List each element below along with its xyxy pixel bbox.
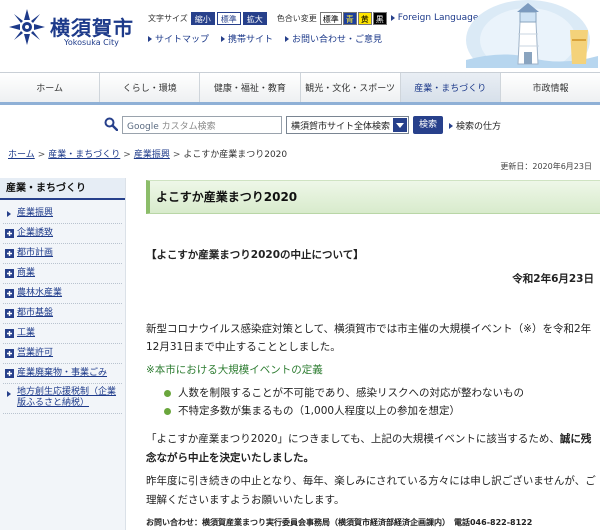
sidebar-item[interactable]: 地方創生応援税制（企業版ふるさと納税）	[3, 384, 122, 414]
breadcrumb-industry-town[interactable]: 産業・まちづくり	[48, 150, 120, 160]
logo-name: 横須賀市	[50, 16, 134, 40]
mobile-site-link[interactable]: 携帯サイト	[221, 32, 273, 45]
sidebar-item[interactable]: 農林水産業	[3, 284, 122, 304]
plus-icon	[5, 369, 14, 378]
plus-icon	[5, 269, 14, 278]
search-button[interactable]: 検索	[413, 116, 443, 134]
plus-icon	[5, 309, 14, 318]
article-paragraph-2: 「よこすか産業まつり2020」につきましても、上記の大規模イベントに該当するため…	[146, 433, 592, 464]
breadcrumb-home[interactable]: ホーム	[8, 150, 35, 160]
font-size-larger-button[interactable]: 拡大	[242, 11, 267, 25]
search-placeholder-text: カスタム検索	[161, 122, 216, 132]
article-date: 令和2年6月23日	[512, 273, 594, 285]
arrow-right-icon	[148, 35, 152, 42]
article-note: ※本市における大規模イベントの定義	[146, 364, 323, 376]
plus-icon	[5, 229, 14, 238]
arrow-right-icon	[449, 122, 453, 129]
search-howto-link[interactable]: 検索の仕方	[449, 119, 501, 132]
list-item: 不特定多数が集まるもの（1,000人程度以上の参加を想定）	[164, 402, 524, 420]
sidebar-item-label: 都市計画	[17, 248, 54, 258]
bullet-icon	[164, 390, 171, 397]
search-input[interactable]: Google カスタム検索	[122, 116, 282, 134]
nav-industry-town[interactable]: 産業・まちづくり	[400, 73, 501, 102]
breadcrumb-current: よこすか産業まつり2020	[183, 150, 288, 160]
search-scope-select[interactable]: 横須賀市サイト全体検索	[286, 116, 409, 134]
sidebar-item-label: 地方創生応援税制（企業版ふるさと納税）	[17, 387, 117, 408]
sidebar-item-label: 商業	[17, 268, 36, 278]
color-blue-button[interactable]: 青	[342, 11, 357, 25]
global-navigation: ホーム くらし・環境 健康・福祉・教育 観光・文化・スポーツ 産業・まちづくり …	[0, 72, 600, 105]
arrow-right-icon	[7, 391, 11, 397]
definition-list: 人数を制限することが不可能であり、感染リスクへの対応が整わないもの 不特定多数が…	[164, 384, 524, 420]
sidebar-item-label: 都市基盤	[17, 308, 54, 318]
nav-home[interactable]: ホーム	[0, 73, 101, 102]
search-icon	[104, 117, 118, 131]
contact-link[interactable]: お問い合わせ・ご意見	[285, 32, 382, 45]
breadcrumb-separator: >	[123, 150, 131, 160]
sidebar: 産業・まちづくり 産業振興 企業誘致 都市計画 商業 農林水産業 都市基盤 工業 営業許可 産業…	[0, 178, 126, 530]
sidebar-item-label: 農林水産業	[17, 288, 63, 298]
color-black-button[interactable]: 黒	[372, 11, 387, 25]
arrow-right-icon	[285, 35, 290, 42]
arrow-right-icon	[390, 15, 395, 21]
arrow-right-icon	[7, 211, 11, 217]
header-links: サイトマップ 携帯サイト お問い合わせ・ご意見	[148, 32, 394, 45]
font-size-label: 文字サイズ	[148, 13, 188, 23]
plus-icon	[5, 289, 14, 298]
article-paragraph-1: 新型コロナウイルス感染症対策として、横須賀市では市主催の大規模イベント（※）を令…	[146, 323, 592, 353]
font-size-smaller-button[interactable]: 縮小	[190, 11, 215, 25]
article-paragraph-3: 昨年度に引き続きの中止となり、毎年、楽しみにされている方々には申し訳ございません…	[146, 475, 596, 506]
page-title-bar: よこすか産業まつり2020	[146, 180, 600, 214]
plus-icon	[5, 349, 14, 358]
breadcrumb-separator: >	[37, 150, 46, 160]
plus-icon	[5, 329, 14, 338]
list-item: 人数を制限することが不可能であり、感染リスクへの対応が整わないもの	[164, 384, 524, 402]
nav-life-environment[interactable]: くらし・環境	[100, 73, 201, 102]
sidebar-item[interactable]: 企業誘致	[3, 224, 122, 244]
updated-date: 更新日：2020年6月23日	[500, 162, 592, 171]
sidebar-item[interactable]: 都市基盤	[3, 304, 122, 324]
arrow-right-icon	[221, 35, 226, 42]
sidebar-item[interactable]: 工業	[3, 324, 122, 344]
color-yellow-button[interactable]: 黄	[357, 11, 372, 25]
page-title: よこすか産業まつり2020	[156, 190, 298, 204]
sidebar-heading: 産業・まちづくり	[0, 178, 125, 200]
sidebar-item-label: 企業誘致	[17, 228, 54, 238]
accessibility-tools: 文字サイズ 縮小 標準 拡大 色合い変更 標準 青 黄 黒 Foreign La…	[148, 11, 483, 25]
site-logo[interactable]: 横須賀市 Yokosuka City	[8, 8, 133, 48]
site-header: 横須賀市 Yokosuka City 文字サイズ 縮小 標準 拡大 色合い変更 …	[0, 0, 600, 68]
search-placeholder-brand: Google	[127, 122, 159, 132]
plus-icon	[5, 249, 14, 258]
sidebar-item-label: 産業振興	[17, 208, 54, 218]
sidebar-item[interactable]: 産業廃棄物・事業ごみ	[3, 364, 122, 384]
article-heading: 【よこすか産業まつり2020の中止について】	[146, 249, 364, 261]
breadcrumb-industry-promotion[interactable]: 産業振興	[134, 150, 170, 160]
chevron-down-icon	[393, 118, 407, 132]
contact-info: お問い合わせ：横須賀産業まつり実行委員会事務局（横須賀市経済部経済企画課内） 電…	[146, 518, 533, 527]
sidebar-item[interactable]: 産業振興	[3, 204, 122, 224]
color-standard-button[interactable]: 標準	[319, 11, 342, 25]
nav-tourism-culture-sports[interactable]: 観光・文化・スポーツ	[301, 73, 401, 102]
sidebar-item-label: 営業許可	[17, 348, 54, 358]
breadcrumb: ホーム > 産業・まちづくり > 産業振興 > よこすか産業まつり2020	[8, 147, 287, 160]
sidebar-list: 産業振興企業誘致都市計画商業農林水産業都市基盤工業営業許可産業廃棄物・事業ごみ地…	[0, 204, 125, 414]
logo-subtitle: Yokosuka City	[64, 38, 119, 47]
font-size-standard-button[interactable]: 標準	[216, 11, 241, 25]
lighthouse-illustration	[466, 0, 598, 68]
sidebar-item[interactable]: 営業許可	[3, 344, 122, 364]
bullet-icon	[164, 408, 171, 415]
search-scope-value: 横須賀市サイト全体検索	[291, 122, 391, 132]
search-bar: Google カスタム検索 横須賀市サイト全体検索 検索 検索の仕方	[0, 113, 600, 137]
breadcrumb-separator: >	[172, 150, 181, 160]
sidebar-item[interactable]: 都市計画	[3, 244, 122, 264]
search-howto-label: 検索の仕方	[456, 122, 502, 132]
nav-city-government[interactable]: 市政情報	[501, 73, 600, 102]
sidebar-item-label: 産業廃棄物・事業ごみ	[17, 368, 108, 378]
sitemap-link[interactable]: サイトマップ	[148, 32, 209, 45]
nav-health-welfare-education[interactable]: 健康・福祉・教育	[200, 73, 301, 102]
city-emblem-icon	[9, 9, 45, 45]
sidebar-item-label: 工業	[17, 328, 36, 338]
color-change-label: 色合い変更	[276, 13, 317, 23]
sidebar-item[interactable]: 商業	[3, 264, 122, 284]
